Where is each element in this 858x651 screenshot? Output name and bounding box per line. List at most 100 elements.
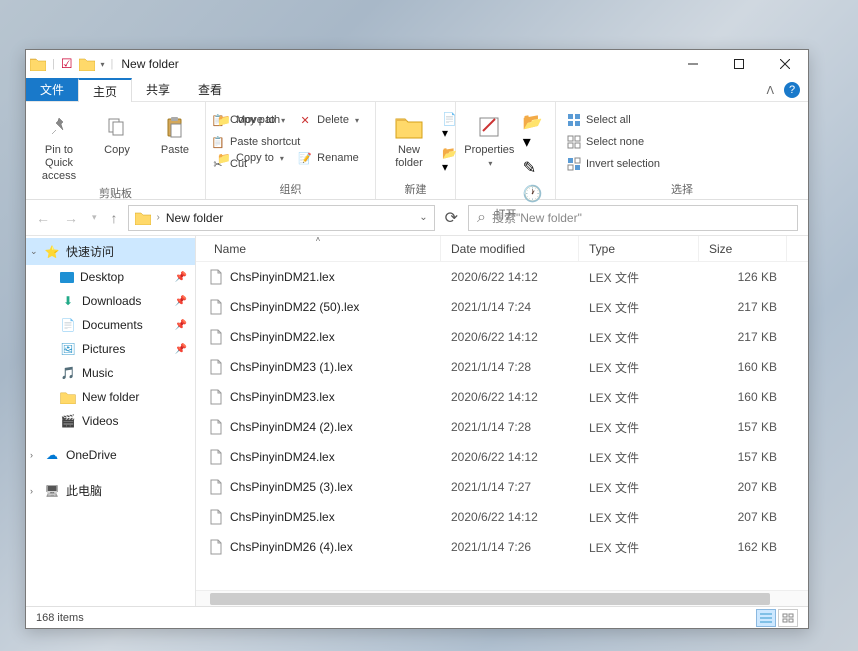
table-row[interactable]: ChsPinyinDM25.lex2020/6/22 14:12LEX 文件20… [196, 502, 808, 532]
sidebar-item-newfolder[interactable]: New folder [26, 385, 195, 409]
sidebar-item-label: Music [82, 366, 113, 380]
close-button[interactable] [762, 50, 808, 78]
table-row[interactable]: ChsPinyinDM24.lex2020/6/22 14:12LEX 文件15… [196, 442, 808, 472]
select-all-button[interactable]: Select all [564, 110, 662, 130]
details-view-button[interactable] [756, 609, 776, 627]
move-to-button[interactable]: 📁Move to▾ [214, 110, 287, 130]
search-input[interactable]: ⌕ 搜索"New folder" [468, 205, 798, 231]
paste-button[interactable]: Paste [150, 106, 200, 157]
file-icon [208, 479, 224, 495]
new-folder-icon [395, 115, 423, 139]
file-name: ChsPinyinDM21.lex [230, 270, 335, 284]
select-group-label: 选择 [564, 179, 800, 199]
table-row[interactable]: ChsPinyinDM24 (2).lex 2021/1/14 7:28LEX 文… [196, 412, 808, 442]
properties-button[interactable]: Properties ▾ [464, 106, 515, 170]
h-scrollbar[interactable] [196, 590, 808, 606]
col-size[interactable]: Size [699, 236, 787, 261]
address-dropdown-icon[interactable]: ⌄ [419, 212, 427, 223]
col-type[interactable]: Type [579, 236, 699, 261]
col-name[interactable]: ˄Name [196, 236, 441, 261]
open-icon[interactable]: 📂▾ [523, 112, 547, 152]
sidebar-item-desktop[interactable]: Desktop📌 [26, 265, 195, 289]
search-placeholder: 搜索"New folder" [492, 209, 582, 226]
file-type: LEX 文件 [579, 419, 699, 436]
chevron-right-icon[interactable]: › [157, 212, 160, 223]
tab-view[interactable]: 查看 [184, 78, 236, 101]
file-size: 157 KB [699, 420, 787, 434]
sidebar-item-thispc[interactable]: ›🖥此电脑 [26, 477, 195, 504]
help-icon[interactable]: ? [784, 82, 800, 98]
pin-quickaccess-button[interactable]: Pin to Quick access [34, 106, 84, 183]
table-row[interactable]: ChsPinyinDM26 (4).lex2021/1/14 7:26LEX 文… [196, 532, 808, 562]
large-icons-view-button[interactable] [778, 609, 798, 627]
pin-icon [48, 116, 70, 138]
file-name: ChsPinyinDM24 (2).lex [230, 420, 353, 434]
h-scroll-thumb[interactable] [210, 593, 770, 605]
copy-to-button[interactable]: 📁Copy to▾ [214, 148, 287, 168]
folder-open-icon[interactable] [79, 57, 95, 71]
file-type: LEX 文件 [579, 539, 699, 556]
file-size: 217 KB [699, 300, 787, 314]
qat-sep2: | [111, 58, 114, 70]
file-date: 2021/1/14 7:28 [441, 360, 579, 374]
file-list: ˄Name Date modified Type Size ChsPinyinD… [196, 236, 808, 606]
sidebar-item-downloads[interactable]: ⬇Downloads📌 [26, 289, 195, 313]
file-name: ChsPinyinDM22.lex [230, 330, 335, 344]
chevron-down-icon[interactable]: ⌄ [30, 246, 38, 257]
copy-button[interactable]: Copy [92, 106, 142, 157]
file-size: 207 KB [699, 510, 787, 524]
history-dropdown[interactable]: ▾ [92, 212, 97, 223]
file-name: ChsPinyinDM25 (3).lex [230, 480, 353, 494]
tab-share[interactable]: 共享 [132, 78, 184, 101]
table-row[interactable]: ChsPinyinDM21.lex2020/6/22 14:12LEX 文件12… [196, 262, 808, 292]
sidebar-item-documents[interactable]: 📄Documents📌 [26, 313, 195, 337]
delete-button[interactable]: ✕Delete▾ [295, 110, 361, 130]
copy-icon [106, 116, 128, 138]
invert-selection-button[interactable]: Invert selection [564, 154, 662, 174]
sidebar-item-label: Pictures [82, 342, 125, 356]
col-date[interactable]: Date modified [441, 236, 579, 261]
cloud-icon: ☁ [44, 448, 60, 462]
maximize-button[interactable] [716, 50, 762, 78]
sidebar-item-onedrive[interactable]: ›☁OneDrive [26, 443, 195, 467]
file-name: ChsPinyinDM23 (1).lex [230, 360, 353, 374]
minimize-button[interactable] [670, 50, 716, 78]
select-none-button[interactable]: Select none [564, 132, 662, 152]
table-row[interactable]: ChsPinyinDM25 (3).lex2021/1/14 7:27LEX 文… [196, 472, 808, 502]
table-row[interactable]: ChsPinyinDM23 (1).lex2021/1/14 7:28LEX 文… [196, 352, 808, 382]
file-date: 2021/1/14 7:24 [441, 300, 579, 314]
chevron-right-icon[interactable]: › [30, 450, 33, 460]
sidebar-item-quickaccess[interactable]: ⌄ ⭐ 快速访问 [26, 238, 195, 265]
chevron-down-icon: ▾ [355, 116, 359, 125]
nav-sidebar[interactable]: ⌄ ⭐ 快速访问 Desktop📌 ⬇Downloads📌 📄Documents… [26, 236, 196, 606]
new-folder-button[interactable]: New folder [384, 106, 434, 170]
file-date: 2021/1/14 7:28 [441, 420, 579, 434]
tab-file[interactable]: 文件 [26, 78, 78, 101]
table-row[interactable]: ChsPinyinDM22.lex2020/6/22 14:12LEX 文件21… [196, 322, 808, 352]
file-icon [208, 359, 224, 375]
address-bar[interactable]: › New folder ⌄ [128, 205, 435, 231]
ribbon-collapse-icon[interactable]: ᐱ [766, 84, 774, 97]
file-rows[interactable]: ChsPinyinDM21.lex2020/6/22 14:12LEX 文件12… [196, 262, 808, 590]
up-button[interactable]: ↑ [111, 210, 118, 226]
rename-button[interactable]: 📝Rename [295, 148, 361, 168]
edit-icon[interactable]: ✎ [523, 158, 547, 178]
chevron-right-icon[interactable]: › [30, 486, 33, 496]
refresh-button[interactable]: ⟳ [445, 208, 458, 228]
qat-dropdown-icon[interactable]: ▾ [101, 60, 105, 69]
table-row[interactable]: ChsPinyinDM23.lex2020/6/22 14:12LEX 文件16… [196, 382, 808, 412]
sidebar-item-pictures[interactable]: 🖼Pictures📌 [26, 337, 195, 361]
qat: | ☑ ▾ | [30, 56, 113, 72]
table-row[interactable]: ChsPinyinDM22 (50).lex2021/1/14 7:24LEX … [196, 292, 808, 322]
easy-access-icon[interactable]: 📂▾ [442, 146, 457, 174]
file-icon [208, 299, 224, 315]
qat-check-icon[interactable]: ☑ [61, 56, 73, 72]
sidebar-item-music[interactable]: 🎵Music [26, 361, 195, 385]
file-date: 2020/6/22 14:12 [441, 390, 579, 404]
forward-button[interactable]: → [64, 210, 78, 226]
sidebar-item-videos[interactable]: 🎬Videos [26, 409, 195, 433]
new-item-icon[interactable]: 📄▾ [442, 112, 457, 140]
back-button[interactable]: ← [36, 210, 50, 226]
tab-home[interactable]: 主页 [78, 78, 132, 102]
titlebar[interactable]: | ☑ ▾ | New folder [26, 50, 808, 78]
